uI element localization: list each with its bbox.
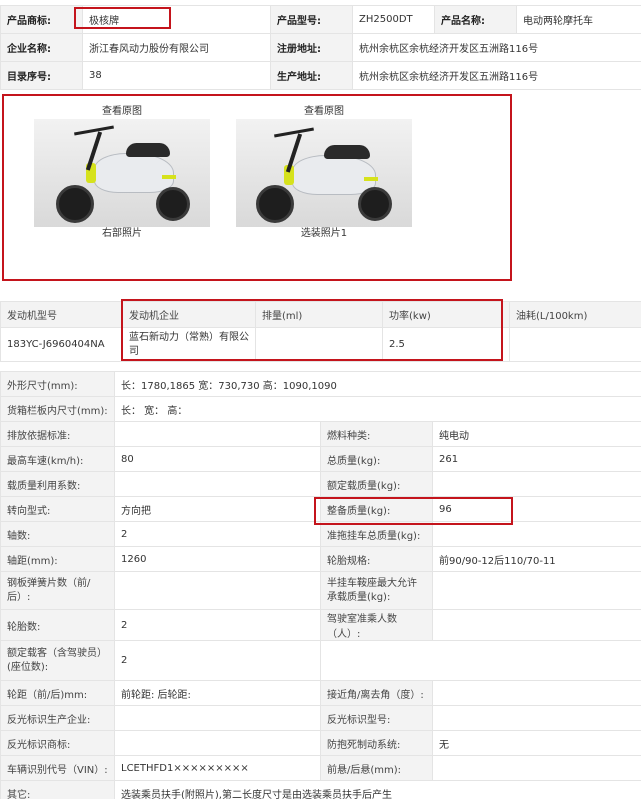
spec-value: 1260: [114, 546, 321, 572]
spec-value: [114, 730, 321, 756]
spec-label: 反光标识生产企业:: [0, 705, 115, 731]
reg-address-value: 杭州余杭区余杭经济开发区五洲路116号: [352, 33, 641, 62]
spec-label: 接近角/离去角（度）:: [320, 680, 433, 706]
company-label: 企业名称:: [0, 33, 83, 62]
spec-empty: [319, 640, 641, 681]
spec-label: 轮胎规格:: [320, 546, 433, 572]
vin-value: LCETHFD1×××××××××: [114, 755, 321, 781]
spec-label: 额定载客（含驾驶员）(座位数):: [0, 640, 115, 681]
spec-value: 261: [431, 446, 641, 472]
spec-label: 总质量(kg):: [320, 446, 433, 472]
spec-label: 反光标识商标:: [0, 730, 115, 756]
spec-value: 2: [114, 640, 321, 681]
spec-value: [431, 705, 641, 731]
spec-label: 钢板弹簧片数（前/后）:: [0, 571, 115, 610]
spec-value: 长： 宽： 高：: [113, 396, 641, 422]
spec-label: 额定载质量(kg):: [320, 471, 433, 497]
spec-label: 货箱栏板内尺寸(mm):: [0, 396, 115, 422]
spec-label: 载质量利用系数:: [0, 471, 115, 497]
photo-highlight: [2, 94, 512, 281]
spec-value: 2: [114, 609, 321, 641]
spec-value: [114, 421, 321, 447]
fuel-consumption-value: [509, 327, 641, 362]
spec-value: 选装乘员扶手(附照片),第二长度尺寸是由选装乘员扶手后产生: [113, 780, 641, 799]
specs-table: 外形尺寸(mm): 长：1780,1865 宽：730,730 高：1090,1…: [0, 371, 641, 799]
engine-highlight: [121, 299, 503, 361]
spec-label: 准拖挂车总质量(kg):: [320, 521, 433, 547]
spec-label: 驾驶室准乘人数（人）:: [320, 609, 433, 641]
spec-value: [114, 705, 321, 731]
spec-value: [431, 571, 641, 610]
spec-value: 前90/90-12后110/70-11: [431, 546, 641, 572]
spec-value: 2: [114, 521, 321, 547]
spec-label: 其它:: [0, 780, 115, 799]
spec-label: 防抱死制动系统:: [320, 730, 433, 756]
spec-value: [431, 471, 641, 497]
spec-label: 半挂车鞍座最大允许承载质量(kg):: [320, 571, 433, 610]
spec-label: 排放依据标准:: [0, 421, 115, 447]
spec-value: [431, 521, 641, 547]
spec-label: 轴数:: [0, 521, 115, 547]
brand-label: 产品商标:: [0, 5, 83, 34]
company-value: 浙江春风动力股份有限公司: [82, 33, 271, 62]
spec-label: 车辆识别代号（VIN）:: [0, 755, 115, 781]
spec-value: [431, 755, 641, 781]
spec-value: 纯电动: [431, 421, 641, 447]
spec-label: 燃料种类:: [320, 421, 433, 447]
spec-value: [431, 680, 641, 706]
spec-value: [114, 471, 321, 497]
product-name-value: 电动两轮摩托车: [516, 5, 641, 34]
spec-label: 转向型式:: [0, 496, 115, 522]
engine-model-value: 183YC-J6960404NA: [0, 327, 123, 362]
spec-label: 最高车速(km/h):: [0, 446, 115, 472]
product-name-label: 产品名称:: [434, 5, 517, 34]
spec-label: 轮胎数:: [0, 609, 115, 641]
engine-header: 油耗(L/100km): [509, 301, 641, 328]
prod-address-value: 杭州余杭区余杭经济开发区五洲路116号: [352, 61, 641, 90]
spec-value: 长：1780,1865 宽：730,730 高：1090,1090: [113, 371, 641, 397]
catalog-no-label: 目录序号:: [0, 61, 83, 90]
spec-value: 前轮距: 后轮距:: [114, 680, 321, 706]
spec-value: 方向把: [114, 496, 321, 522]
model-value: ZH2500DT: [352, 5, 435, 34]
spec-label: 前悬/后悬(mm):: [320, 755, 433, 781]
prod-address-label: 生产地址:: [270, 61, 353, 90]
curb-weight-highlight: [314, 497, 513, 525]
spec-value: 80: [114, 446, 321, 472]
spec-label: 外形尺寸(mm):: [0, 371, 115, 397]
spec-value: [114, 571, 321, 610]
engine-header: 发动机型号: [0, 301, 123, 328]
spec-label: 轴距(mm):: [0, 546, 115, 572]
model-label: 产品型号:: [270, 5, 353, 34]
spec-value: 无: [431, 730, 641, 756]
spec-label: 反光标识型号:: [320, 705, 433, 731]
catalog-no-value: 38: [82, 61, 271, 90]
spec-value: [431, 609, 641, 641]
brand-highlight: [74, 7, 171, 29]
spec-label: 轮距（前/后)mm:: [0, 680, 115, 706]
reg-address-label: 注册地址:: [270, 33, 353, 62]
